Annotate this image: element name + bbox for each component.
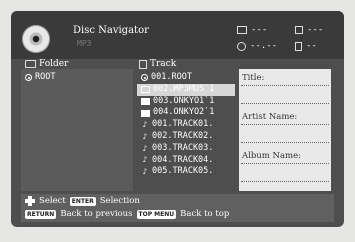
track-item-label: 002.TRACK02. — [152, 130, 214, 141]
return-hint: Back to previous — [60, 209, 133, 219]
time-info: --.-- — [237, 41, 277, 51]
open-folder-icon — [141, 86, 150, 94]
track-item-selected[interactable]: 002.MP3MUS`1 — [137, 83, 235, 96]
doc-count: -- — [306, 41, 317, 51]
track-item[interactable]: 004.ONKYO2`1 — [137, 107, 235, 119]
radio-icon — [25, 74, 32, 82]
divider — [241, 103, 329, 104]
divider — [241, 163, 329, 164]
music-note-icon: ♪ — [142, 131, 148, 141]
track-item[interactable]: ♪ 004.TRACK04. — [137, 155, 235, 167]
track-info-panel: Title: Artist Name: Album Name: — [239, 69, 331, 191]
track-item-label: 005.TRACK05. — [152, 166, 214, 177]
title-label: Title: — [242, 73, 265, 83]
divider — [241, 124, 329, 125]
enter-key: ENTER — [69, 196, 96, 206]
track-item-label: 001.ROOT — [151, 72, 192, 82]
folder-icon — [237, 26, 247, 34]
divider — [241, 142, 329, 143]
track-item-label: 004.TRACK04. — [152, 154, 214, 165]
enter-hint: Selection — [99, 196, 140, 206]
divider — [241, 85, 329, 86]
track-item[interactable]: ♪ 005.TRACK05. — [137, 166, 235, 178]
dpad-icon — [25, 196, 35, 206]
folder-item-root[interactable]: ROOT — [21, 72, 133, 84]
track-count: --- — [307, 25, 324, 35]
music-note-icon: ♪ — [142, 155, 148, 165]
time-display: --.-- — [250, 41, 278, 51]
folder-list[interactable]: ROOT — [21, 69, 133, 191]
file-icon — [295, 26, 303, 34]
track-count-info: --- — [295, 25, 323, 35]
disc-type-label: MP3 — [77, 39, 92, 48]
return-key: RETURN — [25, 209, 57, 219]
select-hint: Select — [39, 196, 66, 206]
folder-count: --- — [251, 25, 268, 35]
header-bar: Disc Navigator MP3 --- --- --.-- -- — [11, 11, 344, 59]
track-item[interactable]: 003.ONKYO1`1 — [137, 96, 235, 108]
folder-count-info: --- — [237, 25, 267, 35]
radio-icon — [141, 74, 148, 82]
album-label: Album Name: — [242, 151, 301, 161]
track-item[interactable]: ♪ 001.TRACK01. — [137, 119, 235, 131]
footer-row-select: Select ENTER Selection — [25, 196, 140, 206]
track-item-label: 003.ONKYO1`1 — [153, 95, 215, 106]
track-panel-label: Track — [139, 59, 176, 69]
track-item[interactable]: ♪ 002.TRACK02. — [137, 131, 235, 143]
folder-icon — [141, 109, 150, 117]
top-menu-hint: Back to top — [180, 209, 230, 219]
track-item-label: 002.MP3MUS`1 — [153, 83, 215, 94]
track-item-label: 003.TRACK03. — [152, 142, 214, 153]
divider — [241, 181, 329, 182]
top-menu-key: TOP MENU — [136, 209, 177, 219]
page-title: Disc Navigator — [73, 25, 149, 36]
document-icon — [139, 59, 147, 69]
disc-icon — [22, 25, 50, 53]
track-list[interactable]: 001.ROOT 002.MP3MUS`1 003.ONKYO1`1 004.O… — [137, 69, 235, 191]
folder-label-text: Folder — [39, 59, 69, 69]
track-item[interactable]: 001.ROOT — [137, 72, 235, 84]
artist-label: Artist Name: — [242, 112, 298, 122]
music-note-icon: ♪ — [142, 120, 148, 130]
clock-icon — [237, 41, 246, 51]
doc-info: -- — [295, 41, 317, 51]
track-item[interactable]: ♪ 003.TRACK03. — [137, 143, 235, 155]
folder-icon — [141, 97, 150, 105]
music-note-icon: ♪ — [142, 143, 148, 153]
footer-row-nav: RETURN Back to previous TOP MENU Back to… — [25, 209, 229, 219]
footer-help-bar: Select ENTER Selection RETURN Back to pr… — [21, 194, 334, 222]
track-label-text: Track — [150, 59, 177, 69]
folder-panel-label: Folder — [25, 59, 68, 69]
folder-item-label: ROOT — [35, 72, 56, 82]
document-icon — [295, 41, 302, 51]
track-item-label: 001.TRACK01. — [152, 119, 214, 130]
disc-navigator-screen: Disc Navigator MP3 --- --- --.-- -- Fold… — [11, 11, 344, 227]
folder-icon — [25, 60, 36, 68]
track-item-label: 004.ONKYO2`1 — [153, 107, 215, 118]
music-note-icon: ♪ — [142, 167, 148, 177]
